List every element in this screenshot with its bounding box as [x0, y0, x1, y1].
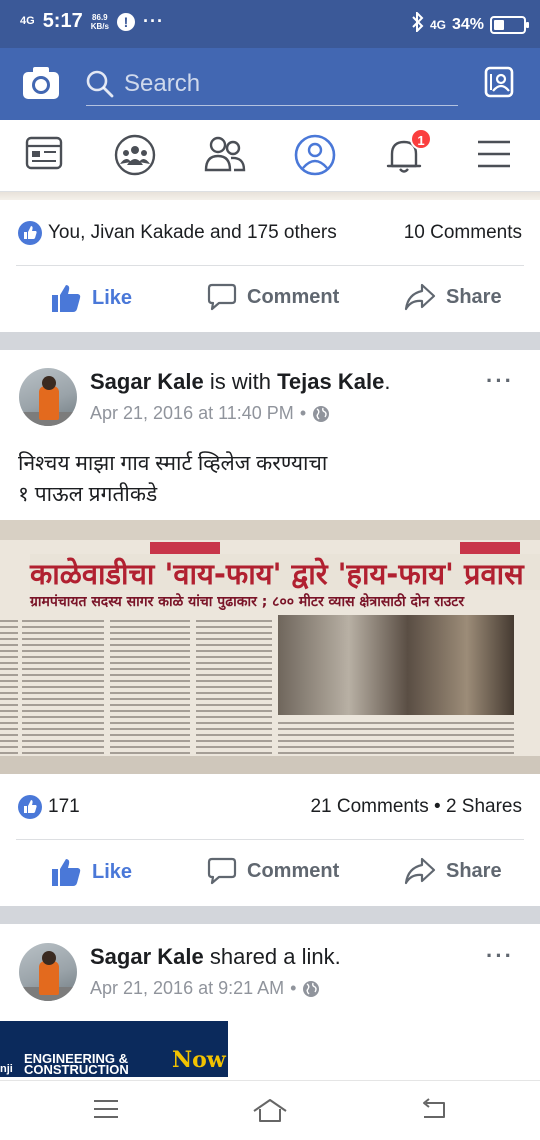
post-action-text: shared a link.	[203, 944, 341, 969]
post-timestamp[interactable]: Apr 21, 2016 at 9:21 AM	[90, 978, 284, 999]
post-actions: Like Comment Share	[0, 840, 540, 906]
speed-unit: KB/s	[90, 21, 109, 31]
battery-percent: 34%	[451, 15, 484, 33]
menu-icon	[478, 140, 510, 168]
share-button[interactable]: Share	[404, 283, 502, 311]
groups-icon	[114, 134, 156, 176]
nav-tabs: 1	[0, 120, 540, 192]
link-image-line: CONSTRUCTION	[24, 1062, 129, 1077]
globe-icon	[303, 980, 320, 997]
period-text: .	[384, 369, 391, 394]
like-button[interactable]: Like	[50, 857, 132, 887]
comments-count[interactable]: 10 Comments	[404, 222, 522, 244]
image-subheadline: ग्रामपंचायत सदस्य सागर काळे यांचा पुढाका…	[30, 594, 465, 610]
post-image[interactable]: काळेवाडीचा 'वाय-फाय' द्वारे 'हाय-फाय' प्…	[0, 520, 540, 774]
search-icon	[86, 70, 114, 98]
author-name[interactable]: Sagar Kale	[90, 944, 204, 969]
system-nav-bar	[0, 1080, 540, 1140]
link-image-now: Now	[172, 1047, 226, 1073]
tagged-name[interactable]: Tejas Kale	[277, 369, 384, 394]
search-bar[interactable]: Search	[86, 60, 458, 106]
tab-profile[interactable]	[294, 134, 338, 178]
thumbs-up-icon	[52, 859, 81, 886]
speed-value: 86.9	[92, 12, 108, 22]
image-headline: काळेवाडीचा 'वाय-फाय' द्वारे 'हाय-फाय' प्…	[30, 554, 540, 591]
app-screen: 4G 5:17 86.9 KB/s ! ··· 4G 34% Search 1 …	[0, 0, 540, 1140]
comment-icon	[207, 857, 237, 885]
thumbs-up-icon	[52, 285, 81, 312]
author-name[interactable]: Sagar Kale	[90, 369, 204, 394]
share-icon	[404, 857, 436, 885]
like-reaction-icon	[18, 221, 42, 245]
like-label: Like	[92, 286, 133, 309]
network-speed: 86.9 KB/s	[91, 13, 109, 31]
profile-icon	[294, 134, 336, 176]
avatar[interactable]	[19, 368, 77, 426]
notification-badge: 1	[410, 128, 432, 150]
camera-icon[interactable]	[22, 66, 60, 100]
tab-friends[interactable]	[204, 134, 248, 178]
news-feed-icon	[25, 136, 63, 170]
more-options-icon[interactable]: ···	[486, 368, 514, 394]
feed-separator	[0, 906, 540, 924]
back-icon[interactable]	[420, 1097, 448, 1126]
app-header: Search	[0, 48, 540, 120]
meta-separator: •	[290, 978, 297, 998]
comment-label: Comment	[247, 859, 340, 882]
status-bar: 4G 5:17 86.9 KB/s ! ··· 4G 34%	[0, 0, 540, 48]
meta-separator: •	[299, 403, 307, 423]
comments-shares-count[interactable]: 21 Comments • 2 Shares	[310, 796, 522, 818]
post-timestamp[interactable]: Apr 21, 2016 at 11:40 PM	[90, 403, 294, 424]
share-label: Share	[446, 859, 502, 882]
comment-label: Comment	[247, 285, 340, 308]
alert-icon: !	[116, 12, 135, 31]
like-reaction-icon	[18, 795, 42, 819]
tab-menu[interactable]	[474, 134, 518, 178]
previous-post-reactions[interactable]: You, Jivan Kakade and 175 others 10 Comm…	[0, 200, 540, 264]
share-icon	[404, 283, 436, 311]
post-meta: Apr 21, 2016 at 11:40 PM •	[90, 403, 330, 424]
network-indicator: 4G	[20, 15, 35, 27]
tab-news-feed[interactable]	[24, 134, 68, 178]
network-type: 4G	[429, 17, 446, 32]
feed-separator	[0, 332, 540, 350]
connector-text: is with	[203, 369, 278, 394]
avatar[interactable]	[19, 943, 77, 1001]
globe-icon	[313, 405, 330, 422]
more-notifications-icon: ···	[142, 11, 164, 31]
link-image-text: ENGINEERING & CONSTRUCTION	[24, 1052, 129, 1077]
post-text: निश्चय माझा गाव स्मार्ट व्हिलेज करण्याचा…	[18, 448, 327, 510]
like-label: Like	[92, 860, 133, 883]
post-title: Sagar Kale shared a link.	[90, 944, 341, 970]
previous-post-image	[0, 192, 540, 200]
link-preview-image[interactable]: ENGINEERING & CONSTRUCTION Now nji	[0, 1021, 228, 1077]
recent-apps-icon[interactable]	[92, 1097, 120, 1126]
previous-post-actions: Like Comment Share	[0, 266, 540, 332]
share-button[interactable]: Share	[404, 857, 502, 885]
home-icon[interactable]	[252, 1097, 288, 1128]
clock: 5:17	[42, 10, 83, 32]
more-options-icon[interactable]: ···	[486, 943, 514, 969]
comment-icon	[207, 283, 237, 311]
post-reactions[interactable]: 171 21 Comments • 2 Shares	[0, 774, 540, 838]
post-text-line: निश्चय माझा गाव स्मार्ट व्हिलेज करण्याचा	[18, 452, 328, 475]
comment-button[interactable]: Comment	[207, 283, 339, 311]
like-button[interactable]: Like	[50, 283, 132, 313]
link-image-fragment: nji	[0, 1063, 13, 1075]
friends-icon	[204, 136, 246, 172]
share-label: Share	[446, 285, 502, 308]
post-title: Sagar Kale is with Tejas Kale.	[90, 369, 390, 395]
bluetooth-icon	[412, 10, 424, 37]
reactions-summary: You, Jivan Kakade and 175 others	[48, 222, 337, 243]
contacts-icon[interactable]	[484, 66, 514, 103]
post-meta: Apr 21, 2016 at 9:21 AM •	[90, 978, 320, 999]
comment-button[interactable]: Comment	[207, 857, 339, 885]
battery-icon	[490, 15, 529, 34]
tab-notifications[interactable]: 1	[384, 128, 432, 178]
reaction-count: 171	[48, 796, 80, 817]
search-input[interactable]: Search	[124, 70, 200, 98]
tab-groups[interactable]	[114, 134, 158, 178]
post-text-line: १ पाऊल प्रगतीकडे	[18, 483, 158, 506]
